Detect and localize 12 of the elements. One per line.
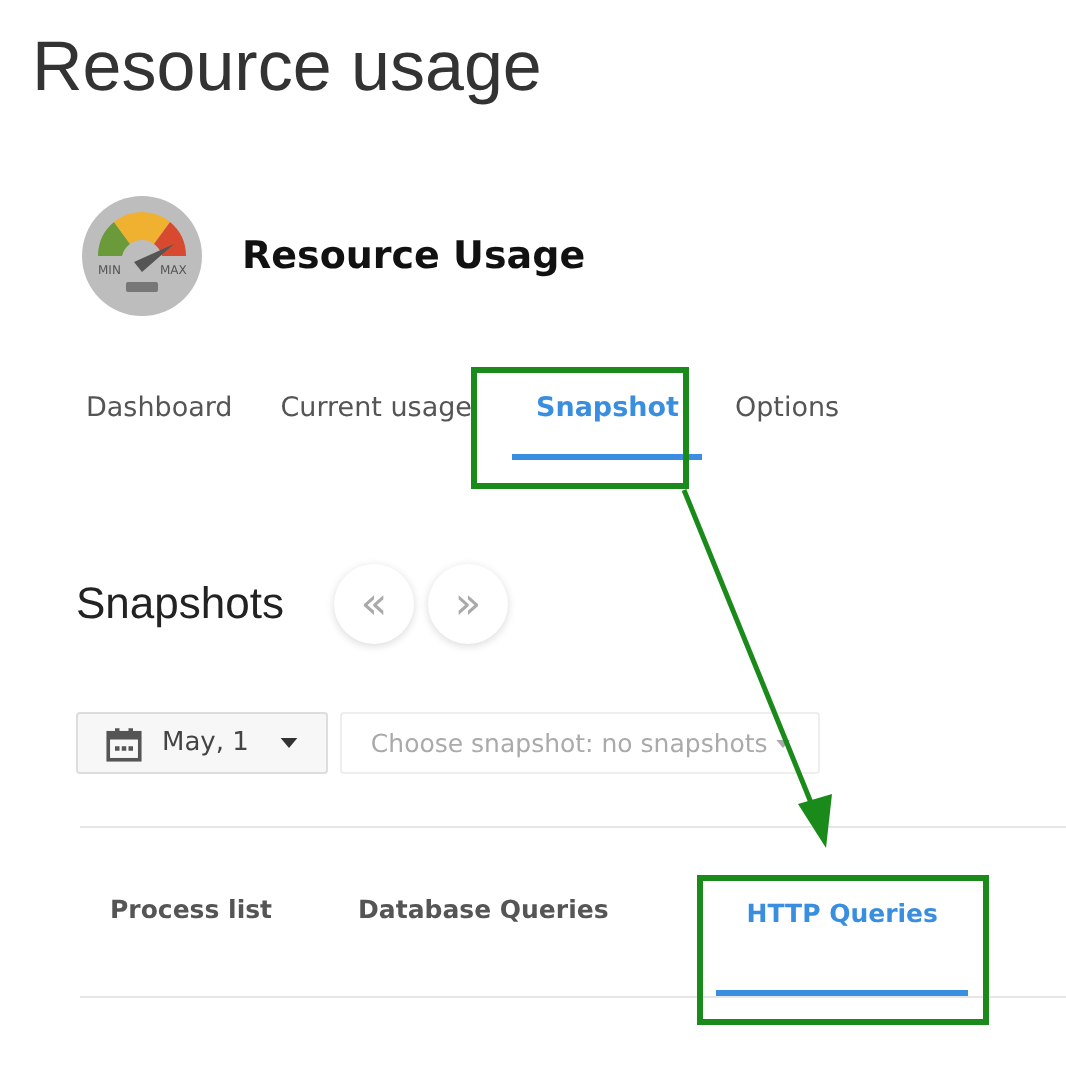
section-title: Snapshots: [76, 578, 284, 630]
plugin-name: Resource Usage: [242, 234, 586, 278]
tab[interactable]: Current usage: [264, 368, 488, 460]
page-title: Resource usage: [30, 26, 544, 110]
tab[interactable]: Database Queries: [328, 828, 639, 996]
tab[interactable]: Process list: [80, 828, 303, 996]
caret-icon: [775, 739, 790, 747]
tab[interactable]: Dashboard: [70, 368, 249, 460]
caret-icon: [280, 738, 299, 748]
tab[interactable]: Options: [718, 368, 856, 460]
calendar-icon: [106, 725, 142, 761]
date-dropdown[interactable]: May, 1: [76, 712, 329, 774]
